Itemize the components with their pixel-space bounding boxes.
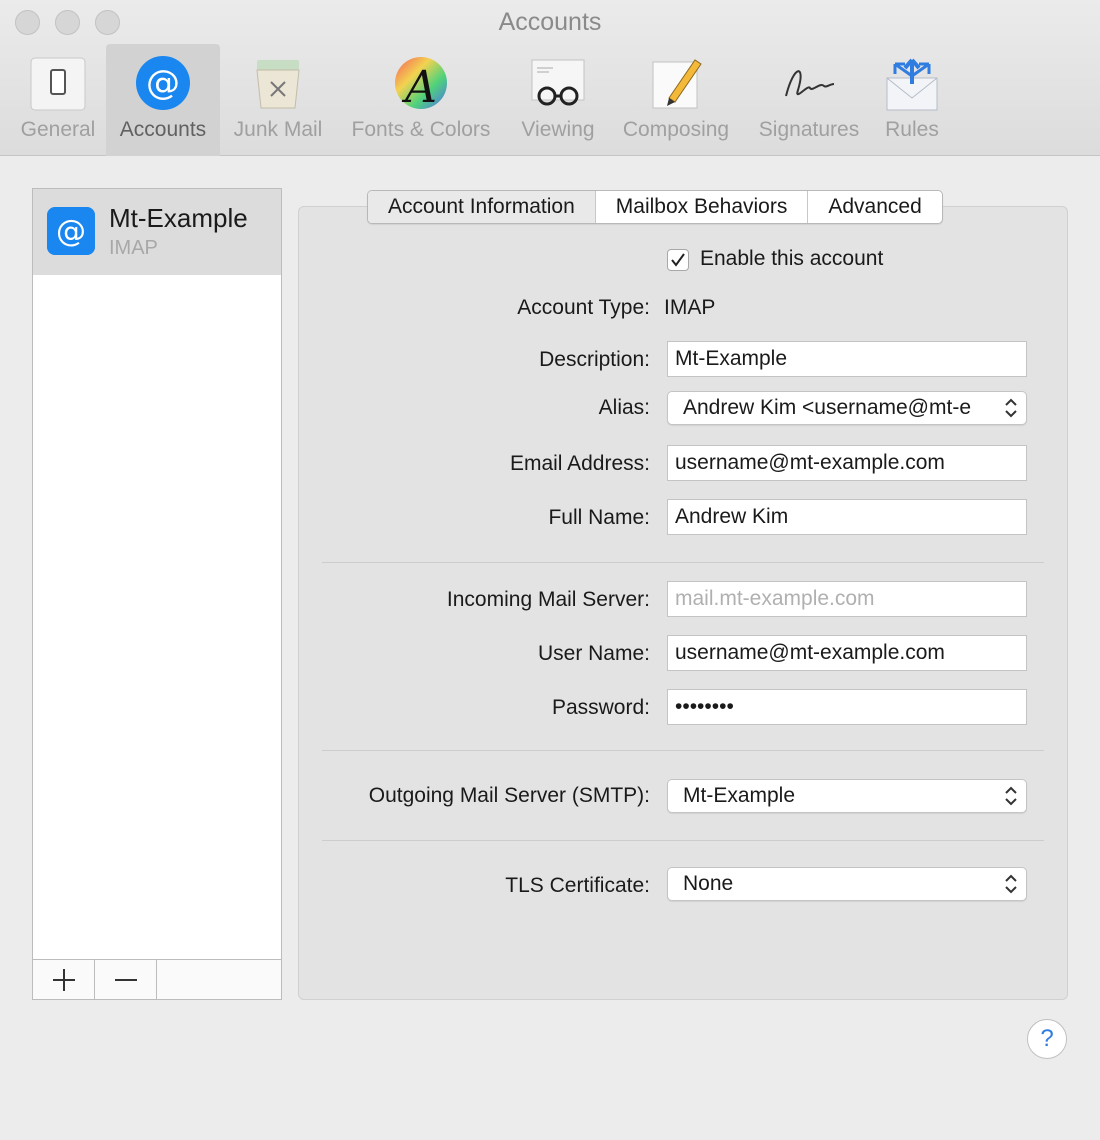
at-sign-icon: @ [47, 207, 95, 255]
toolbar-item-composing[interactable]: Composing [612, 44, 740, 156]
toolbar: Accounts General @ Accounts Junk Mail A … [0, 0, 1100, 156]
switch-icon [30, 57, 86, 111]
font-color-wheel-icon: A [395, 57, 447, 112]
toolbar-label: Rules [885, 118, 939, 141]
updown-arrows-icon [1000, 780, 1022, 812]
toolbar-item-rules[interactable]: Rules [874, 44, 950, 156]
help-button[interactable]: ? [1027, 1019, 1067, 1059]
incoming-server-label: Incoming Mail Server: [446, 588, 650, 611]
toolbar-item-viewing[interactable]: Viewing [508, 44, 608, 156]
svg-text:@: @ [56, 214, 86, 249]
glasses-icon [531, 59, 585, 106]
full-name-label: Full Name: [548, 506, 650, 529]
tab-mailbox-behaviors[interactable]: Mailbox Behaviors [596, 191, 809, 223]
user-name-label: User Name: [537, 642, 650, 665]
toolbar-label: Accounts [119, 118, 207, 141]
tab-bar: Account Information Mailbox Behaviors Ad… [367, 190, 943, 224]
toolbar-item-signatures[interactable]: Signatures [748, 44, 870, 156]
description-label: Description: [539, 348, 650, 371]
account-type-value: IMAP [664, 296, 716, 319]
tls-certificate-value: None [683, 872, 734, 895]
account-type-label: Account Type: [517, 296, 650, 319]
updown-arrows-icon [1000, 392, 1022, 424]
password-field[interactable]: •••••••• [667, 689, 1027, 725]
account-list-item[interactable]: @ Mt-Example IMAP [33, 189, 281, 275]
updown-arrows-icon [1000, 868, 1022, 900]
toolbar-label: General [20, 118, 96, 141]
toolbar-item-junk-mail[interactable]: Junk Mail [222, 44, 334, 156]
account-list: @ Mt-Example IMAP [32, 188, 282, 1000]
tls-certificate-popup[interactable]: None [667, 867, 1027, 901]
alias-label: Alias: [598, 396, 650, 419]
tab-account-information[interactable]: Account Information [368, 191, 596, 223]
email-label: Email Address: [509, 452, 650, 475]
account-type: IMAP [109, 237, 158, 259]
account-name: Mt-Example [109, 203, 248, 233]
enable-account-label: Enable this account [700, 247, 884, 270]
toolbar-label: Viewing [521, 118, 595, 141]
envelope-arrows-icon [886, 58, 938, 111]
toolbar-label: Signatures [758, 118, 860, 141]
toolbar-label: Fonts & Colors [351, 118, 491, 141]
alias-popup[interactable]: Andrew Kim <username@mt-e [667, 391, 1027, 425]
divider [322, 840, 1044, 841]
full-name-field[interactable]: Andrew Kim [667, 499, 1027, 535]
smtp-server-value: Mt-Example [683, 784, 796, 807]
trash-basket-icon [256, 60, 300, 109]
checkmark-icon [671, 253, 685, 267]
signature-icon [785, 70, 835, 97]
account-list-footer [33, 959, 281, 999]
preferences-window: Accounts General @ Accounts Junk Mail A … [0, 0, 1100, 1140]
plus-icon [53, 969, 75, 991]
window-title: Accounts [498, 8, 602, 36]
divider [322, 750, 1044, 751]
toolbar-label: Composing [622, 118, 730, 141]
remove-account-button[interactable] [95, 960, 157, 999]
pencil-paper-icon [652, 59, 702, 109]
tab-advanced[interactable]: Advanced [808, 191, 941, 223]
toolbar-item-fonts-colors[interactable]: A Fonts & Colors [338, 44, 504, 156]
minus-icon [115, 979, 137, 981]
user-name-field[interactable]: username@mt-example.com [667, 635, 1027, 671]
enable-account-checkbox[interactable] [667, 249, 689, 271]
toolbar-item-general[interactable]: General [10, 44, 106, 156]
email-field[interactable]: username@mt-example.com [667, 445, 1027, 481]
password-label: Password: [551, 696, 650, 719]
smtp-server-popup[interactable]: Mt-Example [667, 779, 1027, 813]
description-field[interactable]: Mt-Example [667, 341, 1027, 377]
divider [322, 562, 1044, 563]
toolbar-item-accounts[interactable]: @ Accounts [106, 44, 220, 156]
svg-text:A: A [401, 62, 437, 112]
tls-certificate-label: TLS Certificate: [505, 874, 650, 897]
at-sign-icon: @ [136, 56, 190, 110]
alias-value: Andrew Kim <username@mt-e [683, 396, 972, 419]
add-account-button[interactable] [33, 960, 95, 999]
smtp-server-label: Outgoing Mail Server (SMTP): [368, 784, 650, 807]
incoming-server-field: mail.mt-example.com [667, 581, 1027, 617]
toolbar-label: Junk Mail [233, 118, 323, 141]
svg-text:@: @ [146, 63, 180, 103]
